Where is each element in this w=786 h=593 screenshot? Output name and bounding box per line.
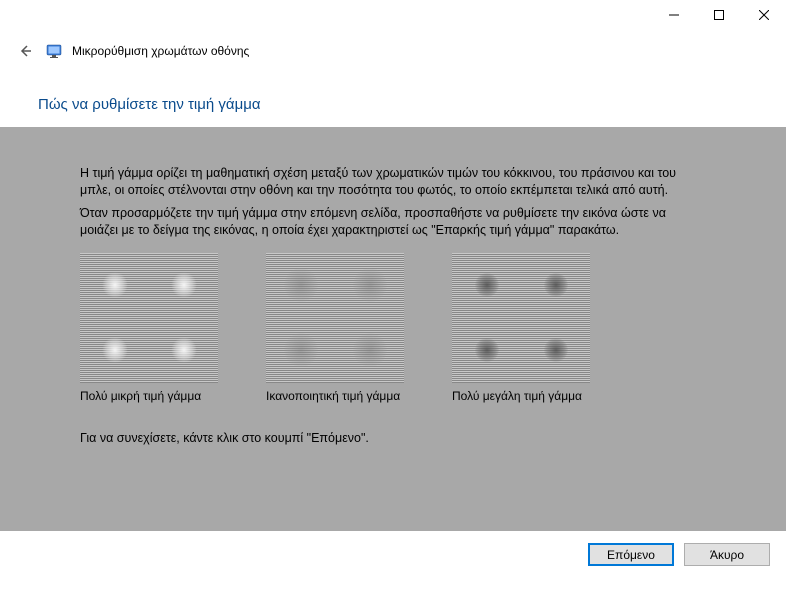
header: Μικρορύθμιση χρωμάτων οθόνης [0,30,786,68]
window-titlebar [0,0,786,30]
gamma-dot [353,268,387,302]
gamma-dot [544,273,568,297]
gamma-dot [171,272,197,298]
back-button[interactable] [14,40,36,62]
sample-good-label: Ικανοποιητική τιμή γάμμα [266,389,400,403]
close-button[interactable] [741,0,786,30]
sample-high-label: Πολύ μεγάλη τιμή γάμμα [452,389,582,403]
gamma-samples-row: Πολύ μικρή τιμή γάμμα Ικανοποιητική τιμή… [80,253,706,403]
sample-low-gamma-image [80,253,218,383]
gamma-dot [353,333,387,367]
gamma-dot [284,268,318,302]
gamma-dot [475,338,499,362]
gamma-dot [544,338,568,362]
next-button[interactable]: Επόμενο [588,543,674,566]
gamma-dot [102,272,128,298]
window-title: Μικρορύθμιση χρωμάτων οθόνης [72,44,249,58]
gamma-dot [284,333,318,367]
maximize-button[interactable] [696,0,741,30]
sample-high-gamma: Πολύ μεγάλη τιμή γάμμα [452,253,592,403]
gamma-dot [102,337,128,363]
continue-hint: Για να συνεχίσετε, κάντε κλικ στο κουμπί… [80,431,706,445]
sample-high-gamma-image [452,253,590,383]
cancel-button[interactable]: Άκυρο [684,543,770,566]
minimize-button[interactable] [651,0,696,30]
sample-good-gamma: Ικανοποιητική τιμή γάμμα [266,253,406,403]
sample-good-gamma-image [266,253,404,383]
page-heading: Πώς να ρυθμίσετε την τιμή γάμμα [0,68,786,127]
gamma-instruction-text: Όταν προσαρμόζετε την τιμή γάμμα στην επ… [80,205,706,239]
app-icon [46,43,62,59]
footer: Επόμενο Άκυρο [0,531,786,578]
gamma-dot [171,337,197,363]
sample-low-label: Πολύ μικρή τιμή γάμμα [80,389,201,403]
sample-low-gamma: Πολύ μικρή τιμή γάμμα [80,253,220,403]
gamma-definition-text: Η τιμή γάμμα ορίζει τη μαθηματική σχέση … [80,165,706,199]
gamma-dot [475,273,499,297]
content-area: Η τιμή γάμμα ορίζει τη μαθηματική σχέση … [0,127,786,531]
